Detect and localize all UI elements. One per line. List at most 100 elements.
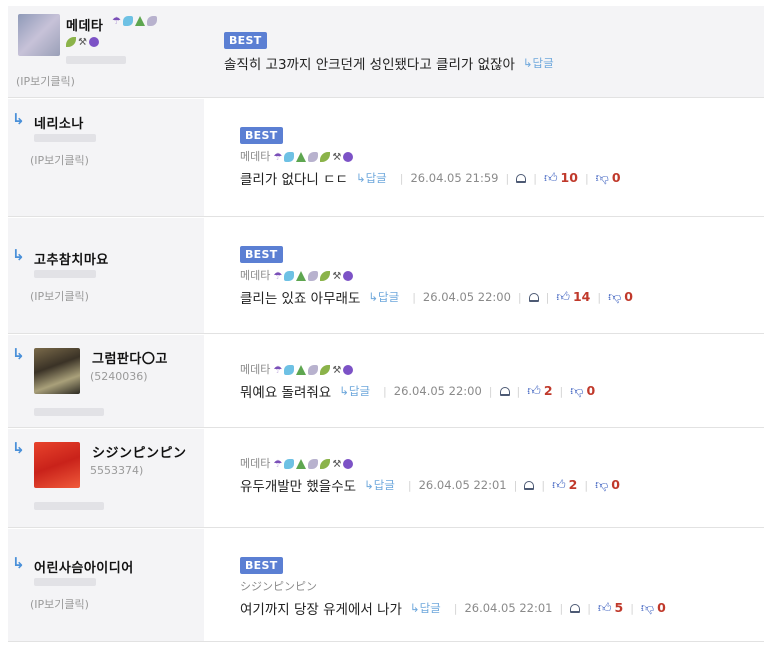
divider: | [517, 290, 522, 304]
downvote-button[interactable]: 👎︎ 0 [570, 383, 595, 399]
leaf-icon [320, 152, 331, 162]
tree-icon [296, 365, 307, 375]
report-bell-icon[interactable] [516, 173, 527, 183]
downvote-button[interactable]: 👎︎ 0 [608, 289, 633, 305]
reply-button[interactable]: ↳답글 [356, 170, 387, 186]
reply-label: 답글 [373, 478, 395, 492]
reply-comment: ↳ 고추참치마요 (IP보기클릭) BEST 메데타 ☂ ⚒ 클리는 있죠 아무래도 ↳답글 | 2… [8, 218, 764, 334]
comment-date: 26.04.05 21:59 [410, 171, 499, 185]
thumbs-down-icon: 👎︎ [608, 290, 622, 305]
avatar[interactable] [34, 348, 80, 394]
leaf-icon [66, 37, 76, 47]
report-bell-icon[interactable] [499, 386, 510, 396]
author-nick[interactable]: 메데타 [66, 15, 103, 34]
thumbs-down-icon: 👎︎ [595, 478, 609, 493]
upvote-button[interactable]: 👍︎ 10 [544, 170, 578, 186]
upvote-count: 2 [568, 477, 578, 492]
report-bell-icon[interactable] [570, 603, 581, 613]
parent-author: 메데타 ☂ ⚒ [240, 267, 354, 283]
reply-arrow-icon: ↳ [12, 554, 25, 572]
reply-button[interactable]: ↳답글 [523, 55, 554, 71]
reply-button[interactable]: ↳답글 [368, 289, 399, 305]
parent-author: 메데타 ☂ ⚒ [240, 148, 354, 164]
divider: | [584, 171, 589, 185]
leaf-icon [320, 271, 331, 281]
reply-comment: ↳ 그럼판다〇고 (5240036) 메데타 ☂ ⚒ 뭐예요 돌려줘요 ↳답글 | 26.04.0… [8, 335, 764, 428]
avatar[interactable] [18, 14, 60, 56]
reply-comment: ↳ 네리소나 (IP보기클릭) BEST 메데타 ☂ ⚒ 클리가 없다니 ㄷㄷ ↳답글 | 26.0… [8, 99, 764, 217]
blurred-id [66, 56, 126, 64]
tools-icon: ⚒ [332, 152, 342, 163]
reply-arrow-icon: ↳ [12, 439, 25, 457]
parent-author-nick: 메데타 [240, 269, 271, 282]
comment-body: 여기까지 당장 유게에서 나가 ↳답글 | 26.04.05 22:01 | | 👍︎ 5 | 👎… [240, 598, 666, 618]
author-nick[interactable]: 네리소나 [34, 113, 84, 132]
comment-date: 26.04.05 22:01 [464, 601, 553, 615]
comment-text: 클리는 있죠 아무래도 [240, 291, 361, 307]
upvote-count: 2 [543, 383, 553, 398]
upvote-button[interactable]: 👍︎ 2 [552, 477, 577, 493]
comment-body: 솔직히 고3까지 안크던게 성인됐다고 클리가 없잖아 ↳답글 [224, 53, 560, 73]
shell-icon [308, 271, 319, 281]
ip-view-link[interactable]: (IP보기클릭) [16, 73, 75, 89]
downvote-button[interactable]: 👎︎ 0 [595, 477, 620, 493]
parent-author-badges: ☂ ⚒ [273, 271, 354, 282]
reply-author-panel: ↳ 네리소나 (IP보기클릭) [8, 99, 204, 216]
comment-text: 여기까지 당장 유게에서 나가 [240, 602, 402, 618]
reply-button[interactable]: ↳답글 [410, 600, 441, 616]
devil-icon [343, 271, 354, 281]
report-bell-icon[interactable] [528, 292, 539, 302]
parent-author-badges: ☂ ⚒ [273, 152, 354, 163]
upvote-count: 10 [560, 170, 578, 185]
divider: | [513, 478, 518, 492]
ip-view-link[interactable]: (IP보기클릭) [30, 152, 89, 168]
author-nick[interactable]: 그럼판다〇고 [92, 348, 168, 367]
parent-author-nick: 메데타 [240, 363, 271, 376]
tools-icon: ⚒ [78, 37, 87, 48]
parent-author-badges: ☂ ⚒ [273, 459, 354, 470]
reply-label: 답글 [419, 601, 441, 615]
parent-author: 메데타 ☂ ⚒ [240, 455, 354, 471]
top-comment-author-panel: 메데타 ☂ ⚒ (IP보기클릭) [8, 6, 206, 97]
leaf-icon [320, 459, 331, 469]
devil-icon [343, 459, 354, 469]
fish-icon [284, 459, 295, 469]
downvote-button[interactable]: 👎︎ 0 [596, 170, 621, 186]
thumbs-down-icon: 👎︎ [640, 601, 655, 616]
avatar[interactable] [34, 442, 80, 488]
reply-author-panel: ↳ 고추참치마요 (IP보기클릭) [8, 218, 204, 333]
divider: | [383, 384, 387, 398]
downvote-count: 0 [611, 477, 620, 492]
author-nick[interactable]: 고추참치마요 [34, 249, 109, 268]
best-badge: BEST [240, 246, 283, 263]
comment-body: 클리가 없다니 ㄷㄷ ↳답글 | 26.04.05 21:59 | | 👍︎ 10 | 👎︎ 0 [240, 168, 621, 188]
comment-date: 26.04.05 22:00 [422, 290, 511, 304]
ip-view-link[interactable]: (IP보기클릭) [30, 596, 89, 612]
downvote-button[interactable]: 👎︎ 0 [641, 600, 666, 616]
reply-comment: ↳ シジンピンピン 5553374) 메데타 ☂ ⚒ 유두개발만 했을수도 ↳답글 | 26.04… [8, 429, 764, 528]
reply-label: 답글 [365, 171, 387, 185]
downvote-count: 0 [657, 600, 666, 615]
author-nick[interactable]: 어린사슴아이디어 [34, 557, 134, 576]
author-nick[interactable]: シジンピンピン [92, 442, 187, 461]
umbrella-icon: ☂ [273, 365, 283, 376]
upvote-button[interactable]: 👍︎ 14 [556, 289, 590, 305]
ip-view-link[interactable]: (IP보기클릭) [30, 288, 89, 304]
divider: | [584, 478, 589, 492]
report-bell-icon[interactable] [524, 480, 535, 490]
thumbs-up-icon: 👍︎ [527, 384, 541, 399]
user-id: 5553374) [90, 464, 144, 477]
reply-button[interactable]: ↳답글 [339, 383, 370, 399]
upvote-button[interactable]: 👍︎ 2 [527, 383, 552, 399]
divider: | [516, 384, 521, 398]
downvote-count: 0 [611, 170, 621, 185]
comment-text: 솔직히 고3까지 안크던게 성인됐다고 클리가 없잖아 [224, 57, 515, 73]
downvote-count: 0 [624, 289, 633, 304]
thumbs-up-icon: 👍︎ [597, 601, 612, 616]
upvote-button[interactable]: 👍︎ 5 [598, 600, 623, 616]
reply-button[interactable]: ↳답글 [364, 477, 395, 493]
user-id: (5240036) [90, 370, 148, 383]
umbrella-icon: ☂ [273, 271, 283, 282]
author-badges: ☂ [112, 16, 157, 27]
reply-author-panel: ↳ シジンピンピン 5553374) [8, 429, 204, 527]
